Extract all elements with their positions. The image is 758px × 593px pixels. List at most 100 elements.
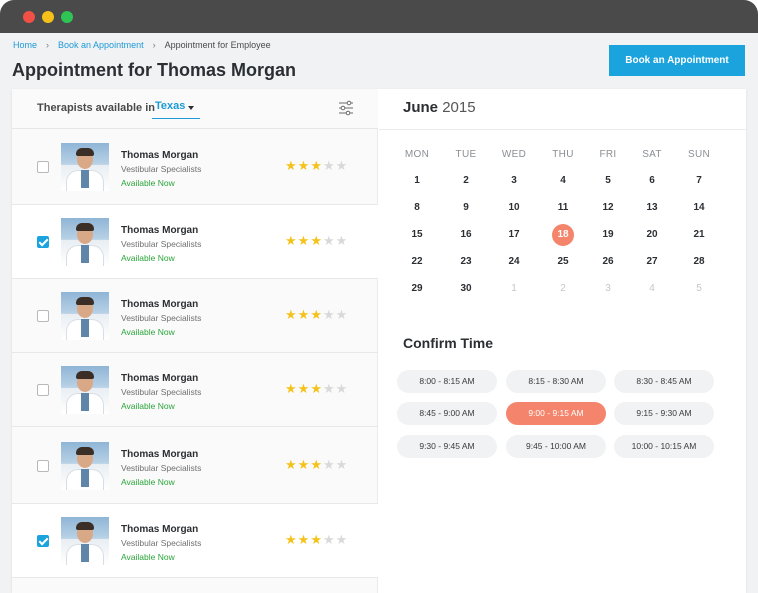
calendar-day: 5	[696, 283, 702, 294]
therapist-row[interactable]: Thomas Morgan Vestibular Specialists Avail…	[12, 205, 378, 279]
star-icon: ★	[285, 532, 298, 547]
calendar-day-selected[interactable]: 18	[552, 224, 574, 246]
calendar-month-title: June 2015	[403, 99, 476, 116]
therapist-row[interactable]: Thomas Morgan Vestibular Specialists Avail…	[12, 427, 378, 504]
therapist-checkbox[interactable]	[37, 384, 49, 396]
calendar-day[interactable]: 13	[640, 197, 664, 219]
calendar-day[interactable]: 14	[687, 197, 711, 219]
therapist-row[interactable]: Thomas Morgan Vestibular Specialists Avail…	[12, 129, 378, 205]
therapist-rating: ★★★★★	[285, 158, 348, 174]
calendar-day[interactable]: 1	[405, 170, 429, 192]
calendar-day[interactable]: 19	[596, 224, 620, 246]
star-icon: ★	[285, 381, 298, 396]
star-icon: ★	[297, 456, 311, 472]
star-icon: ★	[297, 307, 311, 322]
calendar-day[interactable]: 20	[640, 224, 664, 246]
calendar-day[interactable]: 5	[596, 170, 620, 192]
calendar-day[interactable]: 22	[405, 251, 429, 273]
therapist-checkbox[interactable]	[37, 535, 49, 547]
calendar-day[interactable]: 12	[596, 197, 620, 219]
time-slot[interactable]: 9:45 - 10:00 AM	[506, 435, 606, 458]
calendar-day[interactable]: 7	[687, 170, 711, 192]
weekday-label: THU	[552, 149, 574, 160]
breadcrumb-book-appointment[interactable]: Book an Appointment	[58, 40, 144, 50]
calendar-day[interactable]: 11	[551, 197, 575, 219]
therapist-name: Thomas Morgan	[121, 299, 199, 310]
therapist-avatar	[61, 366, 109, 414]
star-icon: ★	[335, 158, 349, 173]
therapist-status: Available Now	[121, 476, 175, 487]
star-icon: ★	[310, 381, 323, 396]
calendar-day[interactable]: 4	[551, 170, 575, 192]
calendar-day[interactable]: 3	[502, 170, 526, 192]
calendar-day[interactable]: 6	[640, 170, 664, 192]
star-icon: ★	[335, 456, 349, 472]
calendar-day[interactable]: 15	[405, 224, 429, 246]
therapist-rating: ★★★★★	[285, 307, 348, 323]
chevron-right-icon: ›	[46, 40, 50, 50]
time-slot[interactable]: 8:30 - 8:45 AM	[614, 370, 714, 393]
star-icon: ★	[335, 307, 349, 322]
therapist-row[interactable]: Thomas Morgan Vestibular Specialists Avail…	[12, 353, 378, 427]
calendar-day[interactable]: 28	[687, 251, 711, 273]
calendar-day[interactable]: 17	[502, 224, 526, 246]
star-icon: ★	[322, 381, 336, 396]
calendar-day[interactable]: 26	[596, 251, 620, 273]
time-slot[interactable]: 9:30 - 9:45 AM	[397, 435, 497, 458]
therapist-rating: ★★★★★	[285, 381, 348, 397]
calendar-day[interactable]: 24	[502, 251, 526, 273]
appointment-card: Therapists available in Texas Thomas Mor…	[12, 89, 746, 593]
calendar-day[interactable]: 23	[454, 251, 478, 273]
filter-sliders-icon[interactable]	[338, 100, 354, 116]
therapist-rating: ★★★★★	[285, 233, 348, 249]
therapist-checkbox[interactable]	[37, 161, 49, 173]
therapist-row[interactable]: Thomas Morgan Vestibular Specialists Avail…	[12, 504, 378, 578]
chevron-right-icon: ›	[152, 40, 156, 50]
weekday-label: WED	[501, 149, 527, 160]
calendar-day[interactable]: 29	[405, 278, 429, 300]
calendar-year: 2015	[442, 99, 476, 116]
star-icon: ★	[310, 307, 323, 322]
therapist-checkbox[interactable]	[37, 236, 49, 248]
calendar-day[interactable]: 25	[551, 251, 575, 273]
time-slot[interactable]: 8:15 - 8:30 AM	[506, 370, 606, 393]
star-icon: ★	[285, 233, 298, 248]
star-icon: ★	[310, 158, 323, 173]
calendar-day[interactable]: 8	[405, 197, 429, 219]
therapist-avatar	[61, 517, 109, 565]
therapist-specialty: Vestibular Specialists	[121, 538, 202, 548]
therapist-row[interactable]: Thomas Morgan Vestibular Specialists Avail…	[12, 279, 378, 353]
calendar-day[interactable]: 27	[640, 251, 664, 273]
calendar-day[interactable]: 9	[454, 197, 478, 219]
close-window-button[interactable]	[23, 11, 35, 23]
time-slot-selected[interactable]: 9:00 - 9:15 AM	[506, 402, 606, 425]
time-slot[interactable]: 8:45 - 9:00 AM	[397, 402, 497, 425]
therapist-checkbox[interactable]	[37, 459, 49, 472]
therapist-avatar	[61, 218, 109, 266]
availability-label: Therapists available in	[37, 102, 155, 114]
therapist-checkbox[interactable]	[37, 310, 49, 322]
therapist-name: Thomas Morgan	[121, 524, 199, 535]
breadcrumb-home[interactable]: Home	[13, 40, 37, 50]
time-slot[interactable]: 8:00 - 8:15 AM	[397, 370, 497, 393]
calendar-day[interactable]: 2	[454, 170, 478, 192]
calendar-month: June	[403, 99, 439, 116]
state-dropdown[interactable]: Texas	[152, 100, 200, 119]
book-appointment-button[interactable]: Book an Appointment	[609, 45, 745, 76]
time-slot[interactable]: 9:15 - 9:30 AM	[614, 402, 714, 425]
therapist-status: Available Now	[121, 253, 175, 263]
star-icon: ★	[322, 456, 336, 472]
star-icon: ★	[285, 158, 298, 173]
calendar-day[interactable]: 30	[454, 278, 478, 300]
calendar-day[interactable]: 21	[687, 224, 711, 246]
star-icon: ★	[322, 307, 336, 322]
time-slot[interactable]: 10:00 - 10:15 AM	[614, 435, 714, 458]
therapist-name: Thomas Morgan	[121, 225, 199, 236]
calendar-day[interactable]: 10	[502, 197, 526, 219]
maximize-window-button[interactable]	[61, 11, 73, 23]
star-icon: ★	[310, 456, 323, 472]
calendar-day[interactable]: 16	[454, 224, 478, 246]
weekday-label: MON	[404, 149, 430, 160]
star-icon: ★	[335, 532, 349, 547]
minimize-window-button[interactable]	[42, 11, 54, 23]
